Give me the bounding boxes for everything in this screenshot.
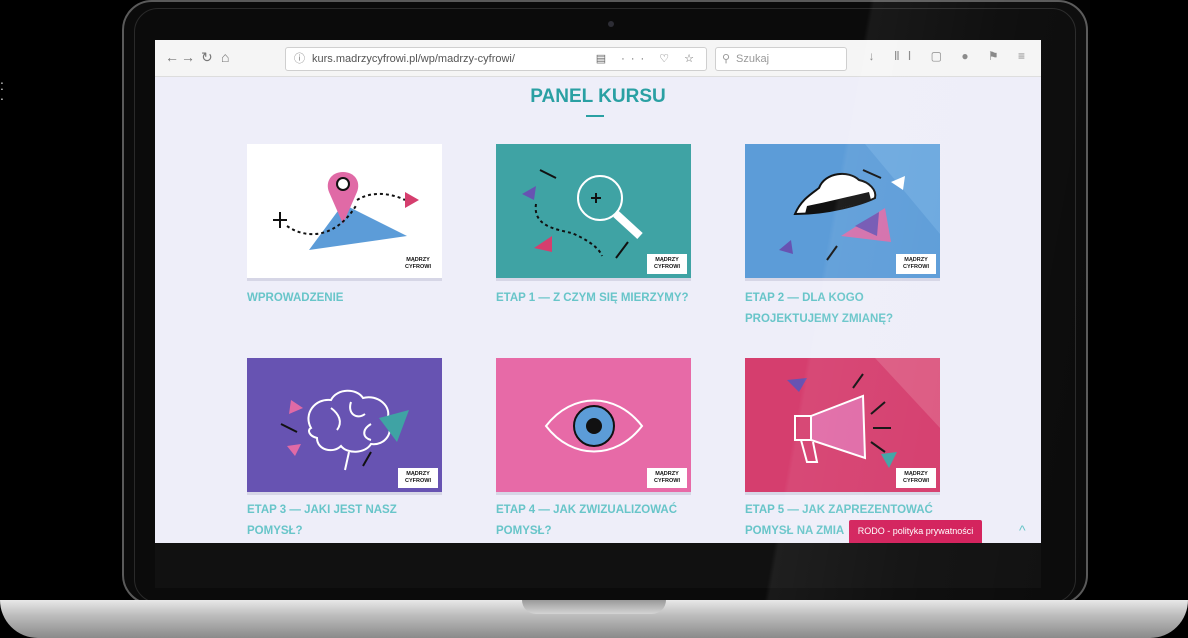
address-bar[interactable]: ⓘ kurs.madrzycyfrowi.pl/wp/madrzy-cyfrow… [285,47,707,71]
card-title-etap-2[interactable]: ETAP 2 — DLA KOGO PROJEKTUJEMY ZMIANĘ? [745,288,945,330]
search-placeholder: Szukaj [736,53,770,65]
rodo-privacy-button[interactable]: RODO - polityka prywatności [849,520,982,543]
card-image-etap-2[interactable]: MĄDRZY CYFROWI [745,144,940,278]
home-icon[interactable]: ⌂ [221,49,229,65]
brand-logo: MĄDRZY CYFROWI [896,254,936,274]
card-title-etap-1[interactable]: ETAP 1 — Z CZYM SIĘ MIERZYMY? [496,288,696,309]
title-underline [586,115,604,117]
browser-screen: ← → ↻ ⌂ ⓘ kurs.madrzycyfrowi.pl/wp/madrz… [155,40,1041,543]
card-title-etap-4[interactable]: ETAP 4 — JAK ZWIZUALIZOWAĆ POMYSŁ? [496,500,696,542]
screen-bezel [155,540,1041,588]
browser-toolbar: ← → ↻ ⌂ ⓘ kurs.madrzycyfrowi.pl/wp/madrz… [155,40,1041,77]
brand-logo: MĄDRZY CYFROWI [896,468,936,488]
card-shadow [496,278,691,281]
url-text[interactable]: kurs.madrzycyfrowi.pl/wp/madrzy-cyfrowi/ [312,48,515,70]
card-image-etap-3[interactable]: MĄDRZY CYFROWI [247,358,442,492]
scroll-up-icon[interactable]: ^ [1019,522,1026,538]
card-shadow [496,492,691,495]
card-image-etap-4[interactable]: MĄDRZY CYFROWI [496,358,691,492]
card-image-etap-5[interactable]: MĄDRZY CYFROWI [745,358,940,492]
page-actions-icons[interactable]: ▤ ··· ♡ ☆ [596,48,700,70]
card-title-etap-3[interactable]: ETAP 3 — JAKI JEST NASZ POMYSŁ? [247,500,447,542]
card-image-etap-1[interactable]: MĄDRZY CYFROWI [496,144,691,278]
card-shadow [745,492,940,495]
forward-icon[interactable]: → [181,49,195,65]
brand-logo: MĄDRZY CYFROWI [398,468,438,488]
card-shadow [745,278,940,281]
reload-icon[interactable]: ↻ [201,49,213,66]
toolbar-icons[interactable]: ↓ ⅡⅠ ▢ ● ⚑ ≡ [869,49,1033,63]
card-image-wprowadzenie[interactable]: MĄDRZY CYFROWI [247,144,442,278]
brand-logo: MĄDRZY CYFROWI [647,468,687,488]
page-title: PANEL KURSU [530,86,666,107]
laptop-notch [522,600,666,614]
back-icon[interactable]: ← [165,49,179,65]
info-icon[interactable]: ⓘ [294,48,305,70]
card-shadow [247,492,442,495]
card-title-wprowadzenie[interactable]: WPROWADZENIE [247,288,447,309]
search-icon: ⚲ [722,53,731,65]
camera-icon [608,21,614,27]
card-shadow [247,278,442,281]
search-input[interactable]: ⚲ Szukaj [715,47,847,71]
brand-logo: MĄDRZY CYFROWI [647,254,687,274]
side-dots: :. [0,77,4,103]
brand-logo: MĄDRZY CYFROWI [398,254,438,274]
